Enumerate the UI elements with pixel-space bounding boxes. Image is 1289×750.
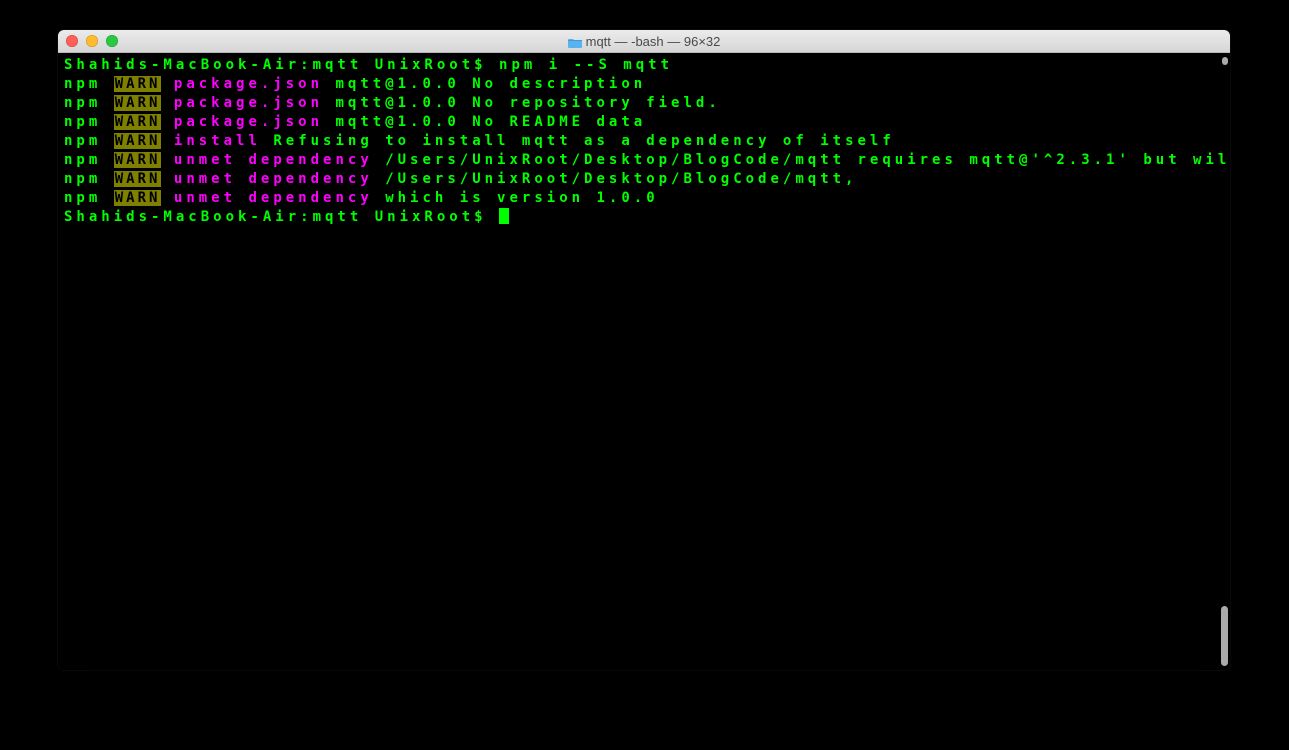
window-controls	[66, 35, 118, 47]
output-line: npm WARN unmet dependency /Users/UnixRoo…	[64, 170, 1224, 189]
warn-badge: WARN	[114, 76, 162, 92]
prompt-line: Shahids-MacBook-Air:mqtt UnixRoot$ npm i…	[64, 56, 1224, 75]
titlebar: mqtt — -bash — 96×32	[58, 30, 1230, 53]
prompt-line: Shahids-MacBook-Air:mqtt UnixRoot$	[64, 208, 1224, 227]
output-line: npm WARN package.json mqtt@1.0.0 No desc…	[64, 75, 1224, 94]
scroll-indicator	[1222, 57, 1228, 65]
output-line: npm WARN unmet dependency which is versi…	[64, 189, 1224, 208]
close-icon[interactable]	[66, 35, 78, 47]
scroll-thumb[interactable]	[1221, 606, 1228, 666]
prompt-prefix: Shahids-MacBook-Air:mqtt UnixRoot$	[64, 57, 499, 73]
window-title-text: mqtt — -bash — 96×32	[586, 34, 721, 49]
warn-badge: WARN	[114, 114, 162, 130]
terminal-window: mqtt — -bash — 96×32 Shahids-MacBook-Air…	[58, 30, 1230, 670]
output-line: npm WARN package.json mqtt@1.0.0 No repo…	[64, 94, 1224, 113]
minimize-icon[interactable]	[86, 35, 98, 47]
warn-badge: WARN	[114, 171, 162, 187]
output-line: npm WARN install Refusing to install mqt…	[64, 132, 1224, 151]
output-line: npm WARN unmet dependency /Users/UnixRoo…	[64, 151, 1224, 170]
output-line: npm WARN package.json mqtt@1.0.0 No READ…	[64, 113, 1224, 132]
warn-badge: WARN	[114, 133, 162, 149]
command-text: npm i --S mqtt	[499, 57, 673, 73]
scrollbar[interactable]	[1221, 57, 1228, 666]
folder-icon	[568, 36, 582, 47]
warn-badge: WARN	[114, 95, 162, 111]
cursor-icon	[499, 208, 509, 224]
zoom-icon[interactable]	[106, 35, 118, 47]
prompt-prefix: Shahids-MacBook-Air:mqtt UnixRoot$	[64, 209, 499, 225]
terminal-body[interactable]: Shahids-MacBook-Air:mqtt UnixRoot$ npm i…	[58, 53, 1230, 670]
warn-badge: WARN	[114, 152, 162, 168]
warn-badge: WARN	[114, 190, 162, 206]
window-title: mqtt — -bash — 96×32	[58, 34, 1230, 49]
